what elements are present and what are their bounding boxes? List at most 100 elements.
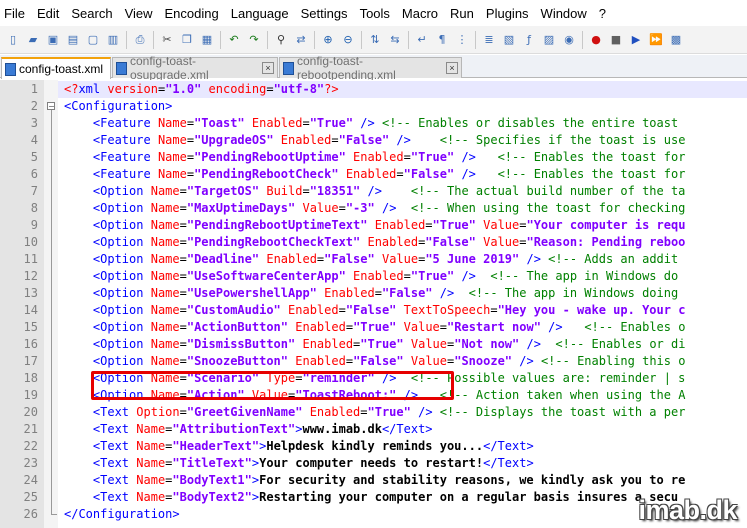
line-number: 15 — [23, 320, 38, 334]
tab-config-toast-rebootpending[interactable]: config-toast-rebootpending.xml × — [279, 54, 462, 82]
run-macro-multiple-icon[interactable]: ⏩ — [648, 32, 664, 48]
code-text: <Option Name="UseSoftwareCenterApp" Enab… — [92, 269, 679, 283]
toolbar-separator — [582, 30, 583, 49]
indent-guide-icon[interactable]: ⋮ — [454, 32, 470, 48]
print-icon[interactable]: ⎙ — [132, 32, 148, 48]
save-macro-icon[interactable]: ▩ — [668, 32, 684, 48]
code-text: <Feature Name="UpgradeOS" Enabled="False… — [92, 133, 686, 147]
code-line[interactable]: 24 <Text Name="BodyText1">For security a… — [0, 472, 747, 489]
menu-bar: File Edit Search View Encoding Language Settin… — [0, 0, 747, 26]
find-icon[interactable]: ⚲ — [273, 32, 289, 48]
code-line[interactable]: 25 <Text Name="BodyText2">Restarting you… — [0, 489, 747, 506]
code-line[interactable]: 8 <Option Name="MaxUptimeDays" Value="-3… — [0, 200, 747, 217]
file-icon — [5, 62, 16, 76]
watermark-logo: imab.dk — [638, 495, 737, 525]
word-wrap-icon[interactable]: ↵ — [414, 32, 430, 48]
close-all-icon[interactable]: ▥ — [105, 32, 121, 48]
monitor-icon[interactable]: ◉ — [561, 32, 577, 48]
copy-icon[interactable]: ❐ — [179, 32, 195, 48]
code-text: <Option Name="CustomAudio" Enabled="Fals… — [92, 303, 686, 317]
code-line[interactable]: 26 </Configuration> — [0, 506, 747, 523]
save-icon[interactable]: ▣ — [45, 32, 61, 48]
toolbar-separator — [408, 30, 409, 49]
code-line[interactable]: 3 <Feature Name="Toast" Enabled="True" /… — [0, 115, 747, 132]
code-text: <Feature Name="PendingRebootUptime" Enab… — [92, 150, 686, 164]
line-number: 3 — [30, 116, 38, 130]
doc-map-icon[interactable]: ▧ — [501, 32, 517, 48]
menu-macro[interactable]: Macro — [396, 6, 444, 21]
close-icon[interactable]: ▢ — [85, 32, 101, 48]
tab-config-toast[interactable]: config-toast.xml — [1, 57, 111, 79]
line-number: 1 — [30, 82, 38, 96]
code-line[interactable]: 2 <Configuration> — [0, 98, 747, 115]
code-text: <Option Name="SnoozeButton" Enabled="Fal… — [92, 354, 686, 368]
stop-macro-icon[interactable]: ■ — [608, 32, 624, 48]
lang-icon[interactable]: ≣ — [481, 32, 497, 48]
fold-guide-line — [51, 110, 52, 514]
menu-settings[interactable]: Settings — [295, 6, 354, 21]
close-tab-icon[interactable]: × — [262, 62, 274, 74]
menu-run[interactable]: Run — [444, 6, 480, 21]
replace-icon[interactable]: ⇄ — [293, 32, 309, 48]
code-line[interactable]: 14 <Option Name="CustomAudio" Enabled="F… — [0, 302, 747, 319]
menu-file[interactable]: File — [0, 6, 31, 21]
code-text: <Option Name="DismissButton" Enabled="Tr… — [92, 337, 686, 351]
zoom-out-icon[interactable]: ⊖ — [340, 32, 356, 48]
code-line[interactable]: 17 <Option Name="SnoozeButton" Enabled="… — [0, 353, 747, 370]
fold-end-marker — [51, 514, 57, 515]
menu-view[interactable]: View — [119, 6, 159, 21]
undo-icon[interactable]: ↶ — [226, 32, 242, 48]
menu-language[interactable]: Language — [225, 6, 295, 21]
code-line[interactable]: 16 <Option Name="DismissButton" Enabled=… — [0, 336, 747, 353]
code-editor[interactable]: 1 <?xml version="1.0" encoding="utf-8"?> 2… — [0, 80, 747, 528]
redo-icon[interactable]: ↷ — [246, 32, 262, 48]
line-number: 19 — [23, 388, 38, 402]
play-macro-icon[interactable]: ▶ — [628, 32, 644, 48]
code-line[interactable]: 21 <Text Name="AttributionText">www.imab… — [0, 421, 747, 438]
function-list-icon[interactable]: ƒ — [521, 32, 537, 48]
menu-edit[interactable]: Edit — [31, 6, 65, 21]
code-line[interactable]: 6 <Feature Name="PendingRebootCheck" Ena… — [0, 166, 747, 183]
code-line[interactable]: 15 <Option Name="ActionButton" Enabled="… — [0, 319, 747, 336]
code-line[interactable]: 23 <Text Name="TitleText">Your computer … — [0, 455, 747, 472]
tab-label: config-toast.xml — [19, 62, 104, 76]
menu-help[interactable]: ? — [593, 6, 612, 21]
code-line[interactable]: 7 <Option Name="TargetOS" Build="18351" … — [0, 183, 747, 200]
menu-tools[interactable]: Tools — [354, 6, 396, 21]
record-macro-icon[interactable]: ● — [588, 32, 604, 48]
folder-workspace-icon[interactable]: ▨ — [541, 32, 557, 48]
code-line[interactable]: 13 <Option Name="UsePowershellApp" Enabl… — [0, 285, 747, 302]
menu-window[interactable]: Window — [535, 6, 593, 21]
code-line[interactable]: 20 <Text Option="GreetGivenName" Enabled… — [0, 404, 747, 421]
code-line[interactable]: 5 <Feature Name="PendingRebootUptime" En… — [0, 149, 747, 166]
line-number: 21 — [23, 422, 38, 436]
code-line[interactable]: 11 <Option Name="Deadline" Enabled="Fals… — [0, 251, 747, 268]
code-text: <Option Name="PendingRebootUptimeText" E… — [92, 218, 686, 232]
code-line[interactable]: 12 <Option Name="UseSoftwareCenterApp" E… — [0, 268, 747, 285]
sync-vertical-icon[interactable]: ⇅ — [367, 32, 383, 48]
code-line[interactable]: 4 <Feature Name="UpgradeOS" Enabled="Fal… — [0, 132, 747, 149]
paste-icon[interactable]: ▦ — [199, 32, 215, 48]
menu-plugins[interactable]: Plugins — [480, 6, 535, 21]
open-file-icon[interactable]: ▰ — [25, 32, 41, 48]
code-line[interactable]: 9 <Option Name="PendingRebootUptimeText"… — [0, 217, 747, 234]
code-line[interactable]: 10 <Option Name="PendingRebootCheckText"… — [0, 234, 747, 251]
toolbar-separator — [153, 30, 154, 49]
code-text: <?xml version="1.0" encoding="utf-8"?> — [64, 82, 339, 96]
sync-horizontal-icon[interactable]: ⇆ — [387, 32, 403, 48]
line-number: 6 — [30, 167, 38, 181]
tab-config-toast-osupgrade[interactable]: config-toast-osupgrade.xml × — [112, 54, 278, 82]
menu-encoding[interactable]: Encoding — [159, 6, 225, 21]
new-file-icon[interactable]: ▯ — [5, 32, 21, 48]
line-number: 8 — [30, 201, 38, 215]
zoom-in-icon[interactable]: ⊕ — [320, 32, 336, 48]
code-line[interactable]: 22 <Text Name="HeaderText">Helpdesk kind… — [0, 438, 747, 455]
menu-search[interactable]: Search — [65, 6, 118, 21]
close-tab-icon[interactable]: × — [446, 62, 458, 74]
show-all-chars-icon[interactable]: ¶ — [434, 32, 450, 48]
cut-icon[interactable]: ✂ — [159, 32, 175, 48]
fold-toggle-icon[interactable]: − — [47, 102, 55, 111]
code-line[interactable]: 1 <?xml version="1.0" encoding="utf-8"?> — [31, 81, 747, 98]
line-number: 13 — [23, 286, 38, 300]
save-all-icon[interactable]: ▤ — [65, 32, 81, 48]
